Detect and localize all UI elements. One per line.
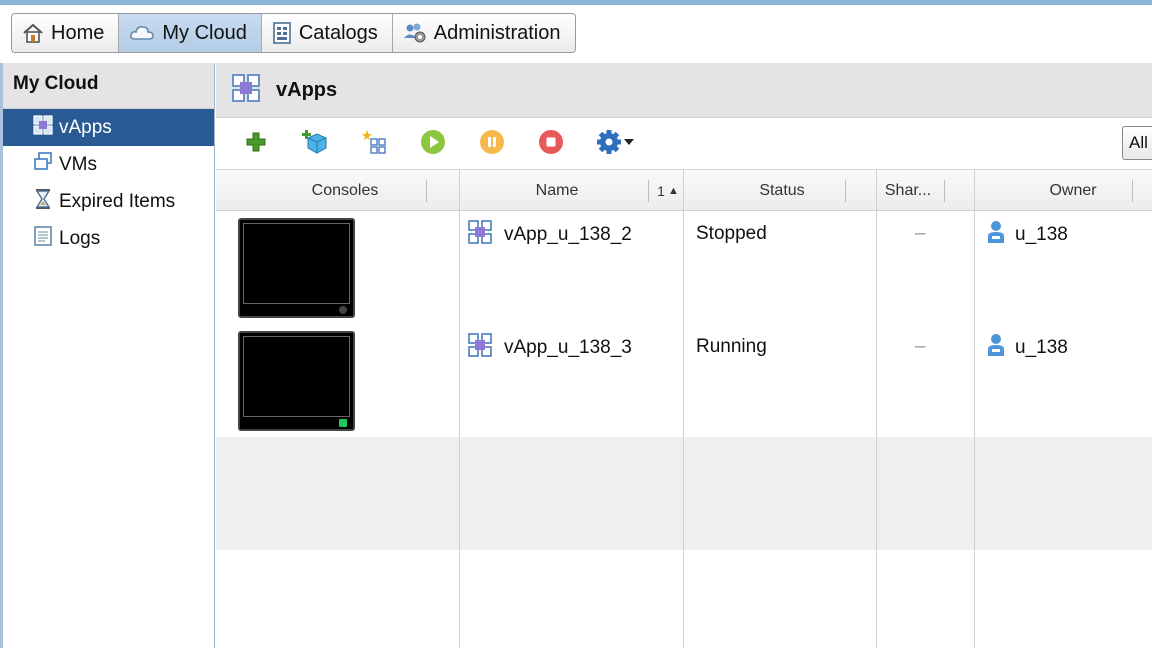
tab-label: My Cloud [162,21,247,44]
start-icon [420,129,446,160]
tab-catalogs[interactable]: Catalogs [262,14,393,52]
top-accent-bar [0,0,1152,5]
column-divider [459,170,460,648]
actions-gear-icon [596,129,636,160]
tab-home[interactable]: Home [12,14,120,52]
tab-administration[interactable]: Administration [393,14,575,52]
start-button[interactable] [417,128,449,160]
column-resizer[interactable] [845,180,846,202]
sidebar-item-label: vApps [59,116,112,138]
tab-my-cloud[interactable]: My Cloud [119,14,262,52]
tab-label: Home [51,21,105,44]
sidebar: My Cloud vApps VMs Expired Items Logs [0,63,215,648]
column-header-name[interactable]: Name [459,170,655,211]
add-vapp-from-catalog-icon [302,129,328,160]
sidebar-item-label: Logs [59,227,101,249]
vapp-icon [468,333,492,363]
cloud-icon [129,23,155,43]
vapp-icon [468,220,492,250]
tab-label: Catalogs [298,21,378,44]
sidebar-item-label: Expired Items [59,190,176,212]
status-text: Stopped [696,223,767,244]
shared-value: – [915,336,926,357]
vapp-name-cell[interactable]: vApp_u_138_2 [468,220,632,250]
sidebar-item-expired-items[interactable]: Expired Items [3,183,214,220]
column-divider [974,170,975,648]
main-tab-bar: Home My Cloud Catalogs Administration [11,13,576,53]
vapp-toolbar [216,119,1152,170]
add-button[interactable] [240,128,272,160]
power-on-indicator [339,419,347,427]
home-icon [22,22,44,44]
column-resizer[interactable] [944,180,945,202]
user-icon [987,333,1005,363]
vm-console-thumbnail[interactable] [238,218,355,318]
sort-order-indicator[interactable]: 1 ▲ [653,170,683,211]
log-icon [33,225,53,252]
sidebar-title: My Cloud [3,63,214,109]
column-header-consoles[interactable]: Consoles [216,170,474,211]
table-row-empty [216,437,1152,550]
actions-menu-button[interactable] [594,128,638,160]
page-header: vApps [216,63,1152,118]
stop-button[interactable] [535,128,567,160]
column-header-owner[interactable]: Owner [975,170,1152,211]
filter-select[interactable]: All [1122,126,1152,160]
owner-name: u_138 [1015,224,1068,245]
column-resizer[interactable] [426,180,427,202]
vapps-table: Consoles Name 1 ▲ Status Shar... Owner v… [216,170,1152,648]
shared-value: – [915,223,926,244]
new-vapp-icon [361,129,387,160]
add-vapp-from-catalog-button[interactable] [299,128,331,160]
column-divider [876,170,877,648]
sidebar-item-vms[interactable]: VMs [3,146,214,183]
sidebar-item-label: VMs [59,153,97,175]
suspend-icon [479,129,505,160]
vapp-icon [33,114,53,141]
status-text: Running [696,336,767,357]
vm-icon [33,151,53,178]
vapp-name: vApp_u_138_3 [504,337,632,358]
hourglass-icon [33,188,53,216]
vm-console-thumbnail[interactable] [238,331,355,431]
owner-name: u_138 [1015,337,1068,358]
catalog-icon [272,22,292,44]
column-resizer[interactable] [1132,180,1133,202]
column-header-shared[interactable]: Shar... [876,170,940,211]
suspend-button[interactable] [476,128,508,160]
table-header: Consoles Name 1 ▲ Status Shar... Owner [216,170,1152,211]
owner-cell: u_138 [987,333,1068,363]
page-title: vApps [276,78,338,101]
stop-icon [538,129,564,160]
administration-icon [403,22,427,44]
add-icon [245,131,267,158]
tab-label: Administration [433,21,561,44]
column-header-status[interactable]: Status [684,170,880,211]
vapp-icon [232,73,260,107]
sidebar-item-vapps[interactable]: vApps [3,109,214,146]
power-off-indicator [339,306,347,314]
sort-ascending-icon: ▲ [667,184,679,197]
vapp-name: vApp_u_138_2 [504,224,632,245]
new-vapp-button[interactable] [358,128,390,160]
column-divider [683,170,684,648]
user-icon [987,220,1005,250]
owner-cell: u_138 [987,220,1068,250]
column-resizer[interactable] [648,180,649,202]
vapp-name-cell[interactable]: vApp_u_138_3 [468,333,632,363]
sidebar-item-logs[interactable]: Logs [3,220,214,257]
sort-order-number: 1 [657,182,665,199]
